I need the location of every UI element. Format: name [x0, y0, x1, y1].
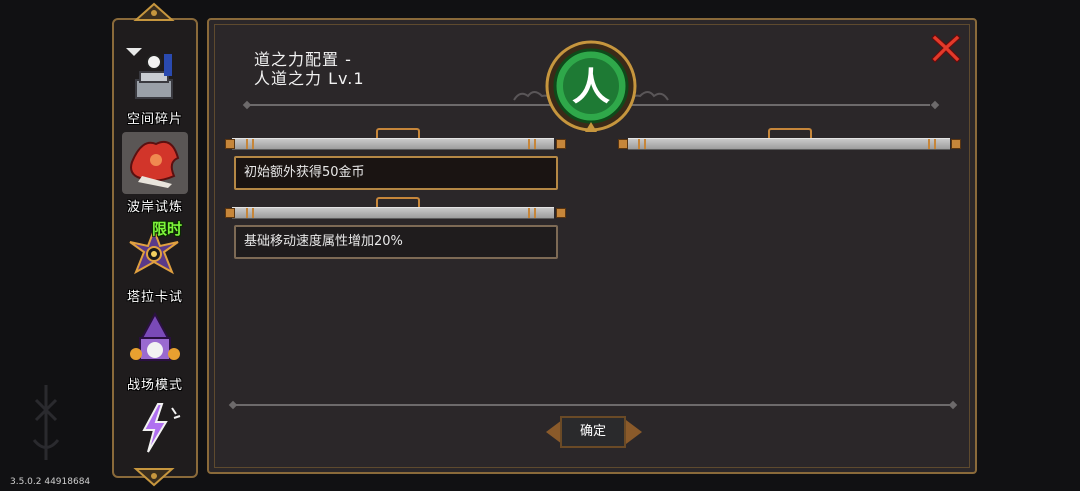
game-screen: 空间碎片 波岸试炼 塔拉卡试 限时 战场模式 道之力配置 - 人道之力 Lv.1…	[0, 0, 1080, 491]
bar-cap	[556, 139, 566, 149]
title-line-1: 道之力配置 -	[254, 50, 352, 69]
bar-cap	[556, 208, 566, 218]
confirm-button[interactable]: 确定	[546, 414, 642, 452]
limited-time-badge: 限时	[152, 220, 183, 238]
effect-scroll-bar-1	[232, 138, 554, 150]
bar-cap	[951, 139, 961, 149]
sidebar-item-wave-shore-trial[interactable]: 波岸试炼	[116, 132, 194, 220]
sidebar-item-space-fragment[interactable]: 空间碎片	[116, 44, 194, 132]
close-icon[interactable]	[930, 32, 962, 64]
space-fragment-icon	[122, 44, 188, 106]
sidebar-item-label: 塔拉卡试	[126, 290, 183, 305]
page-title: 道之力配置 - 人道之力 Lv.1	[254, 50, 365, 88]
lightning-icon	[122, 400, 188, 456]
sidebar-crest-bottom-icon	[133, 468, 175, 487]
confirm-label: 确定	[579, 424, 606, 439]
emblem-char: 人	[572, 64, 610, 109]
human-path-emblem-icon: 人	[545, 40, 637, 132]
sidebar-item-label: 战场模式	[126, 378, 183, 393]
effect-scroll-bar-2	[628, 138, 950, 150]
sidebar-crest-top-icon	[133, 2, 175, 21]
sidebar-item-battlefield-mode[interactable]: 战场模式	[116, 310, 194, 398]
wave-shore-trial-icon	[122, 132, 188, 194]
title-line-2: 人道之力 Lv.1	[254, 69, 365, 88]
sidebar-item-label: 空间碎片	[126, 112, 183, 127]
footer-divider	[236, 404, 950, 406]
arrow-right-icon	[626, 420, 642, 444]
bar-handle	[768, 128, 812, 138]
effect-item[interactable]: 基础移动速度属性增加20%	[234, 225, 558, 259]
bar-cap	[618, 139, 628, 149]
bar-cap	[225, 208, 235, 218]
bar-cap	[225, 139, 235, 149]
version-label: 3.5.0.2 44918684	[10, 477, 91, 487]
bar-handle	[376, 128, 420, 138]
battlefield-mode-icon	[122, 310, 188, 372]
effect-scroll-bar-3	[232, 207, 554, 219]
bar-handle	[376, 197, 420, 207]
effect-item[interactable]: 初始额外获得50金币	[234, 156, 558, 190]
sidebar-item-label: 波岸试炼	[126, 200, 183, 215]
sidebar-item-lightning[interactable]	[116, 400, 194, 458]
background-rune-icon	[32, 385, 60, 460]
